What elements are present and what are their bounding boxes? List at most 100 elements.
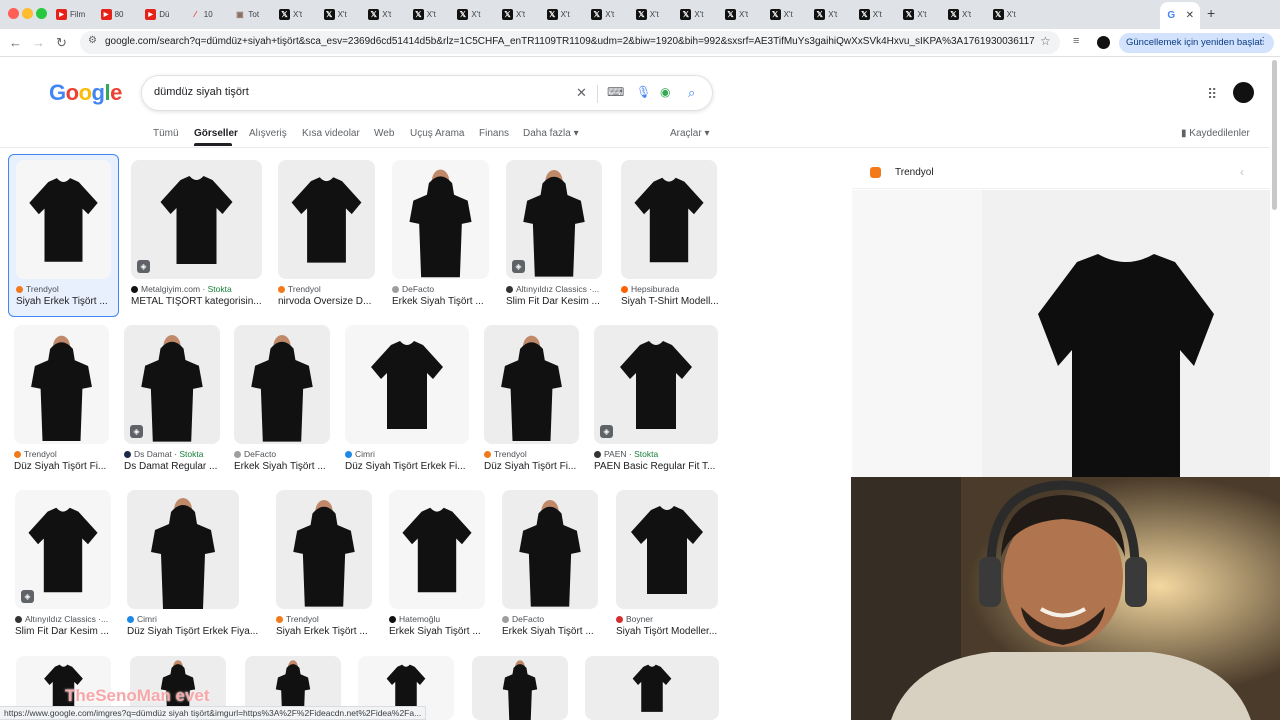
browser-tab[interactable]: ▶ Film	[56, 6, 96, 22]
page-scrollbar[interactable]	[1272, 60, 1277, 210]
result-thumbnail[interactable]	[14, 325, 109, 444]
result-source[interactable]: Trendyol	[16, 284, 141, 294]
new-tab-button[interactable]: +	[1207, 5, 1215, 21]
browser-tab[interactable]: 𝕏 X't	[858, 6, 899, 22]
preview-source-name[interactable]: Trendyol	[895, 167, 934, 178]
filter-tab[interactable]: Web	[374, 128, 394, 139]
result-thumbnail[interactable]: ◈	[506, 160, 602, 279]
result-thumbnail[interactable]: ◈	[124, 325, 220, 444]
browser-tab[interactable]: ▶ 80	[100, 6, 141, 22]
result-title[interactable]: Düz Siyah Tişört Erkek Fi...	[345, 461, 503, 472]
minimize-window-button[interactable]	[22, 8, 33, 19]
result-source[interactable]: Metalgiyim.com · Stokta	[131, 284, 292, 294]
browser-tab[interactable]: 𝕏 X't	[546, 6, 587, 22]
browser-tab[interactable]: ▶ Dü	[145, 6, 185, 22]
result-thumbnail[interactable]: ◈	[131, 160, 262, 279]
result-thumbnail[interactable]	[389, 490, 485, 609]
filter-tab[interactable]: Tümü	[153, 128, 179, 139]
browser-tab[interactable]: 𝕏 X't	[680, 6, 720, 22]
google-logo[interactable]: Google	[49, 80, 122, 106]
browser-tab[interactable]: 𝕏 X't	[635, 6, 676, 22]
result-title[interactable]: Erkek Siyah Tişört ...	[389, 626, 519, 637]
site-info-icon[interactable]: ⚙	[88, 35, 97, 46]
result-source[interactable]: PAEN · Stokta	[594, 449, 748, 459]
reload-icon[interactable]: ↻	[56, 35, 67, 51]
result-source[interactable]: Trendyol	[276, 614, 402, 624]
result-thumbnail[interactable]	[127, 490, 239, 609]
result-thumbnail[interactable]	[16, 160, 111, 279]
result-title[interactable]: Erkek Siyah Tişört ...	[502, 626, 632, 637]
browser-tab[interactable]: 𝕏 X't	[948, 6, 988, 22]
result-title[interactable]: Siyah T-Shirt Modell...	[621, 296, 751, 307]
bookmark-star-icon[interactable]: ☆	[1040, 34, 1051, 48]
result-thumbnail[interactable]	[276, 490, 372, 609]
result-source[interactable]: Altınyıldız Classics ·...	[15, 614, 141, 624]
result-thumbnail[interactable]: ◈	[594, 325, 718, 444]
saved-images-link[interactable]: ▮ Kaydedilenler	[1181, 128, 1250, 139]
result-source[interactable]: Cimri	[345, 449, 499, 459]
result-source[interactable]: Hatemoğlu	[389, 614, 515, 624]
browser-tab[interactable]: 𝕏 X't	[814, 6, 854, 22]
result-source[interactable]: Cimri	[127, 614, 269, 624]
result-thumbnail[interactable]	[234, 325, 330, 444]
address-bar[interactable]: ⚙ google.com/search?q=dümdüz+siyah+tişör…	[80, 31, 1060, 54]
result-source[interactable]: Trendyol	[278, 284, 405, 294]
filter-tab[interactable]: Görseller	[194, 128, 238, 139]
result-title[interactable]: Düz Siyah Tişört Erkek Fiya...	[127, 626, 273, 637]
browser-tab[interactable]: 𝕏 X't	[725, 6, 765, 22]
browser-tab[interactable]: 𝕏 X't	[279, 6, 319, 22]
google-apps-icon[interactable]: ⠿	[1207, 86, 1217, 103]
result-source[interactable]: Altınyıldız Classics ·...	[506, 284, 632, 294]
result-source[interactable]: DeFacto	[234, 449, 360, 459]
search-icon[interactable]: ⌕	[688, 85, 695, 101]
result-source[interactable]: Boyner	[616, 614, 748, 624]
result-source[interactable]: DeFacto	[502, 614, 628, 624]
tools-menu[interactable]: Araçlar ▾	[670, 128, 709, 139]
browser-tab[interactable]: ▣ Tot	[234, 6, 274, 22]
microphone-icon[interactable]: 🎙	[636, 85, 651, 99]
result-thumbnail[interactable]	[345, 325, 469, 444]
browser-tab[interactable]: 𝕏 X't	[502, 6, 542, 22]
browser-tab[interactable]: 𝕏 X't	[591, 6, 631, 22]
media-controls-icon[interactable]: ≡	[1073, 35, 1079, 47]
result-title[interactable]: Slim Fit Dar Kesim ...	[506, 296, 636, 307]
result-source[interactable]: Ds Damat · Stokta	[124, 449, 250, 459]
result-title[interactable]: nirvoda Oversize D...	[278, 296, 409, 307]
browser-tab[interactable]: ⁄ 10	[190, 6, 230, 22]
result-title[interactable]: Siyah Tişört Modeller...	[616, 626, 752, 637]
more-menu-icon[interactable]: ⋮	[1259, 36, 1269, 47]
profile-icon[interactable]	[1097, 36, 1110, 49]
browser-tab[interactable]: 𝕏 X't	[412, 6, 453, 22]
keyboard-icon[interactable]: ⌨	[607, 85, 624, 99]
result-thumbnail[interactable]	[392, 160, 489, 279]
browser-tab[interactable]: 𝕏 X't	[769, 6, 810, 22]
filter-tab[interactable]: Kısa videolar	[302, 128, 360, 139]
result-title[interactable]: Siyah Erkek Tişört ...	[16, 296, 145, 307]
preview-prev-icon[interactable]: ‹	[1240, 165, 1244, 179]
search-box[interactable]: dümdüz siyah tişört ✕ ⌨ 🎙 ◉ ⌕	[141, 75, 713, 111]
close-window-button[interactable]	[8, 8, 19, 19]
filter-tab[interactable]: Finans	[479, 128, 509, 139]
result-thumbnail[interactable]	[472, 656, 568, 720]
filter-tab[interactable]: Alışveriş	[249, 128, 287, 139]
clear-search-icon[interactable]: ✕	[576, 85, 587, 101]
result-source[interactable]: DeFacto	[392, 284, 519, 294]
tab-google-search[interactable]: G ✕	[1160, 2, 1200, 29]
result-thumbnail[interactable]	[484, 325, 579, 444]
browser-tab[interactable]: 𝕏 X't	[457, 6, 497, 22]
account-avatar[interactable]	[1233, 82, 1254, 103]
back-icon[interactable]: ←	[9, 35, 22, 50]
lens-camera-icon[interactable]: ◉	[660, 85, 670, 99]
preview-image[interactable]	[852, 190, 1270, 477]
relaunch-update-button[interactable]: Güncellemek için yeniden başlat ⋮	[1119, 33, 1274, 53]
browser-tab[interactable]: 𝕏 X't	[323, 6, 364, 22]
result-thumbnail[interactable]	[585, 656, 719, 720]
result-title[interactable]: Erkek Siyah Tişört ...	[392, 296, 523, 307]
filter-tab[interactable]: Daha fazla ▾	[523, 128, 579, 139]
result-source[interactable]: Hepsiburada	[621, 284, 747, 294]
browser-tab[interactable]: 𝕏 X't	[368, 6, 408, 22]
browser-tab[interactable]: 𝕏 X't	[992, 6, 1033, 22]
forward-icon[interactable]: →	[32, 35, 45, 50]
filter-tab[interactable]: Uçuş Arama	[410, 128, 464, 139]
result-title[interactable]: Siyah Erkek Tişört ...	[276, 626, 406, 637]
